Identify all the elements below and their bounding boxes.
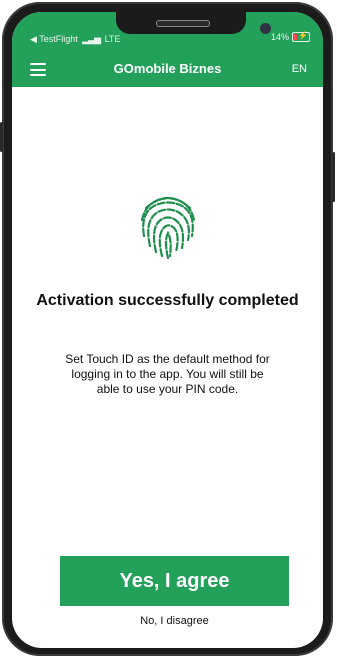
status-right: 14% ⚡ xyxy=(270,31,310,42)
success-heading: Activation successfully completed xyxy=(36,292,299,309)
back-to-app-link[interactable]: ◀ TestFlight xyxy=(30,34,78,44)
disagree-link[interactable]: No, I disagree xyxy=(60,615,289,627)
power-button xyxy=(332,152,335,202)
front-camera xyxy=(260,23,271,34)
phone-frame: ◀ TestFlight ▂▃▅ LTE 14% ⚡ GOmobile Bizn… xyxy=(0,2,335,656)
language-switch[interactable]: EN xyxy=(292,63,307,75)
app-title: GOmobile Biznes xyxy=(113,61,222,76)
volume-button xyxy=(0,122,3,152)
status-bar: ◀ TestFlight ▂▃▅ LTE 14% ⚡ xyxy=(30,31,310,46)
signal-icon: ▂▃▅ xyxy=(82,34,101,44)
info-message: Set Touch ID as the default method for l… xyxy=(65,352,270,396)
status-left: ◀ TestFlight ▂▃▅ LTE xyxy=(30,34,120,45)
app-header: GOmobile Biznes EN xyxy=(12,57,323,83)
network-type: LTE xyxy=(104,34,121,44)
fingerprint-icon xyxy=(140,196,196,260)
battery-percent: 14% xyxy=(270,32,289,42)
speaker-grille xyxy=(156,20,210,27)
screen: ◀ TestFlight ▂▃▅ LTE 14% ⚡ GOmobile Bizn… xyxy=(12,12,323,648)
agree-button[interactable]: Yes, I agree xyxy=(60,556,289,606)
device-notch xyxy=(116,12,246,34)
battery-icon: ⚡ xyxy=(292,31,310,42)
